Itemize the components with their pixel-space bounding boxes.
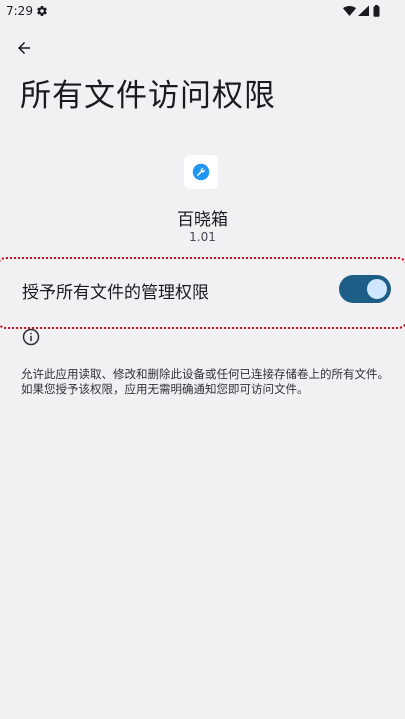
screen: 7:29 所有文件访问权限 百晓箱 1.01 授予所有文件的管理权限 允许此应用… [0, 0, 405, 719]
status-time: 7:29 [6, 4, 33, 18]
page-title: 所有文件访问权限 [20, 78, 276, 114]
permission-label: 授予所有文件的管理权限 [22, 283, 209, 303]
gear-icon [37, 6, 47, 17]
permission-description: 允许此应用读取、修改和删除此设备或任何已连接存储卷上的所有文件。如果您授予该权限… [21, 367, 389, 396]
app-name: 百晓箱 [177, 210, 228, 230]
battery-icon [373, 5, 380, 17]
permission-switch[interactable] [339, 275, 391, 303]
status-bar: 7:29 [0, 0, 405, 24]
app-wrench-icon [192, 163, 210, 181]
signal-icon [358, 5, 369, 16]
permission-toggle-row[interactable]: 授予所有文件的管理权限 [0, 257, 405, 329]
arrow-left-icon [18, 42, 30, 54]
app-icon [184, 155, 218, 189]
back-button[interactable] [10, 36, 38, 60]
info-icon [22, 328, 40, 346]
wifi-icon [343, 5, 356, 16]
app-version: 1.01 [189, 230, 216, 244]
switch-thumb [367, 279, 387, 299]
status-icons [343, 5, 380, 17]
